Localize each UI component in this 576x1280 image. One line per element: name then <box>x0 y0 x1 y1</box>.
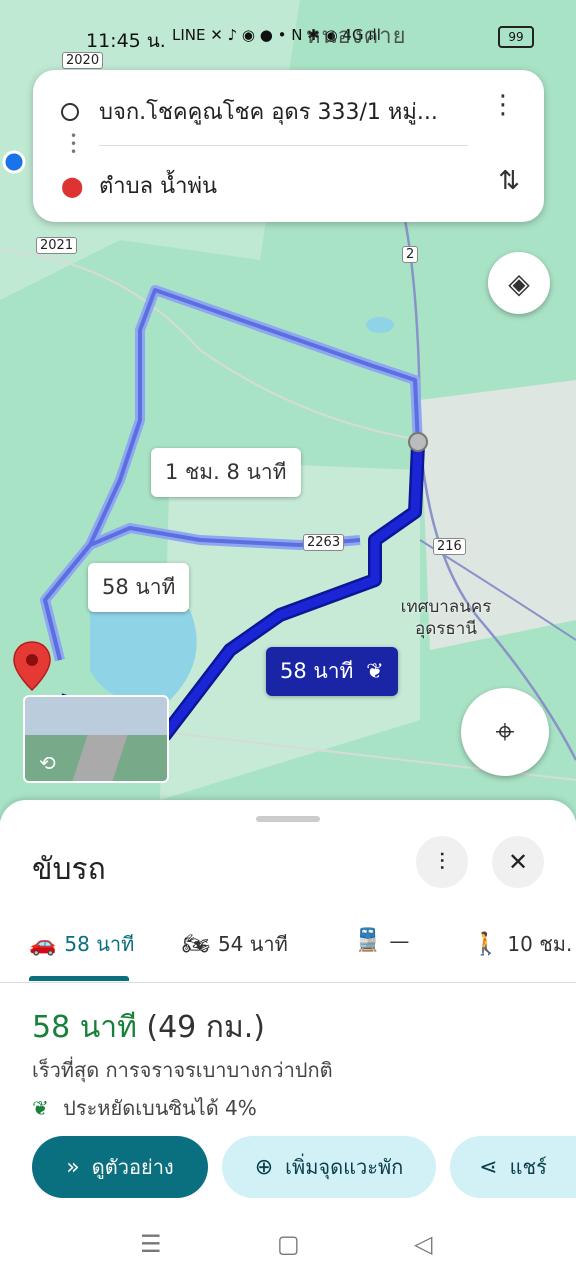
connector-dots-icon: • • • <box>70 129 78 159</box>
destination-pin-small-icon: ⬤ <box>61 173 84 198</box>
origin-circle-icon <box>61 102 79 121</box>
tab-transit[interactable]: 🚆 — <box>354 928 409 953</box>
eco-leaf-icon: ❦ <box>366 659 384 683</box>
preview-button-label: ดูตัวอย่าง <box>91 1155 174 1179</box>
status-bar: 11:45 น. LINE ✕ ♪ ◉ ● • N ✱ ◉ 4G ıll หนอ… <box>0 18 576 58</box>
road-sign-2: 2 <box>402 246 419 263</box>
drag-handle[interactable] <box>256 816 320 822</box>
home-icon[interactable]: ▢ <box>277 1230 300 1258</box>
tab-motorcycle[interactable]: 🏍 54 นาที <box>182 928 288 960</box>
swap-directions-icon[interactable]: ⇅ <box>498 166 520 196</box>
street-view-thumbnail[interactable]: ⟲ <box>23 695 169 783</box>
bottom-sheet: ขับรถ ⫶ ✕ 🚗 58 นาที 🏍 54 นาที 🚆 — 🚶 10 ช… <box>0 800 576 1280</box>
destination-text: ตำบล น้ำพ่น <box>99 174 218 199</box>
directions-search-card: บจก.โชคคูณโชค อุดร 333/1 หมู่... • • • ⬤ ต… <box>33 70 544 222</box>
eco-savings: ❦ ประหยัดเบนซินได้ 4% <box>32 1092 257 1124</box>
destination-field[interactable]: ⬤ ตำบล น้ำพ่น <box>61 168 217 203</box>
field-divider <box>99 145 468 146</box>
tab-transit-label: — <box>389 928 410 953</box>
double-chevron-right-icon: » <box>66 1154 80 1180</box>
route-options-button[interactable]: ⫶ <box>416 836 468 888</box>
share-button[interactable]: ⋖ แชร์ <box>450 1136 576 1198</box>
road-sign-216: 216 <box>433 538 466 555</box>
eco-savings-text: ประหยัดเบนซินได้ 4% <box>63 1096 257 1120</box>
menu-icon[interactable]: ☰ <box>140 1230 162 1258</box>
leaf-icon: ❦ <box>32 1096 49 1120</box>
car-icon: 🚗 <box>29 931 57 957</box>
route-time-label-main-text: 58 นาที <box>280 659 354 683</box>
city-label-line1: เทศบาลนคร <box>400 597 492 617</box>
active-tab-indicator <box>29 976 129 981</box>
walk-icon: 🚶 <box>472 931 500 957</box>
route-summary: 58 นาที (49 กม.) <box>32 1004 265 1051</box>
more-options-icon[interactable]: ⋮ <box>490 90 516 120</box>
tab-drive[interactable]: 🚗 58 นาที <box>29 928 134 960</box>
origin-field[interactable]: บจก.โชคคูณโชค อุดร 333/1 หมู่... <box>61 94 438 129</box>
tab-drive-label: 58 นาที <box>64 932 135 956</box>
tab-motorcycle-label: 54 นาที <box>217 932 288 956</box>
add-location-icon: ⊕ <box>254 1154 274 1180</box>
road-sign-2021: 2021 <box>36 237 78 254</box>
origin-text: บจก.โชคคูณโชค อุดร 333/1 หมู่... <box>99 100 438 125</box>
close-icon: ✕ <box>507 848 529 876</box>
route-time-label-alt2[interactable]: 58 นาที <box>88 563 190 612</box>
add-stop-button-label: เพิ่มจุดแวะพัก <box>285 1155 404 1179</box>
road-sign-2263: 2263 <box>303 534 345 551</box>
transit-icon: 🚆 <box>354 928 382 953</box>
current-location-dot <box>2 150 26 174</box>
route-time-label-main[interactable]: 58 นาที ❦ <box>266 647 398 696</box>
route-time-label-alt1[interactable]: 1 ชม. 8 นาที <box>151 448 301 497</box>
street-view-road <box>72 735 128 781</box>
back-icon[interactable]: ◁ <box>414 1230 432 1258</box>
crosshair-icon: ⌖ <box>495 712 515 752</box>
share-button-label: แชร์ <box>509 1155 547 1179</box>
city-label-line2: อุดรธานี <box>415 619 477 639</box>
battery-icon: 99 <box>498 26 534 48</box>
tab-walk-label: 10 ชม. <box>507 932 573 956</box>
layers-icon: ◈ <box>508 266 530 300</box>
route-subtext: เร็วที่สุด การจราจรเบาบางกว่าปกติ <box>32 1058 333 1082</box>
destination-pin-icon[interactable] <box>12 640 52 692</box>
action-buttons: » ดูตัวอย่าง ⊕ เพิ่มจุดแวะพัก ⋖ แชร์ <box>0 1136 576 1200</box>
waypoint-dot <box>408 432 428 452</box>
status-time: 11:45 น. <box>86 30 166 52</box>
city-label: เทศบาลนคร อุดรธานี <box>394 596 498 640</box>
status-place-overlay: หนองคาย <box>306 24 407 49</box>
summary-time: 58 นาที <box>32 1010 137 1045</box>
share-icon: ⋖ <box>479 1154 498 1180</box>
preview-button[interactable]: » ดูตัวอย่าง <box>32 1136 208 1198</box>
layers-button[interactable]: ◈ <box>488 252 550 314</box>
sheet-title: ขับรถ <box>32 852 106 887</box>
motorcycle-icon: 🏍 <box>182 931 210 957</box>
rotate-360-icon: ⟲ <box>39 751 56 775</box>
summary-distance: (49 กม.) <box>146 1010 265 1045</box>
add-stop-button[interactable]: ⊕ เพิ่มจุดแวะพัก <box>222 1136 436 1198</box>
close-button[interactable]: ✕ <box>492 836 544 888</box>
sliders-icon: ⫶ <box>439 848 445 876</box>
system-nav-bar: ☰ ▢ ◁ <box>0 1216 576 1280</box>
recenter-button[interactable]: ⌖ <box>461 688 549 776</box>
tab-walk[interactable]: 🚶 10 ชม. <box>472 928 572 960</box>
travel-mode-tabs: 🚗 58 นาที 🏍 54 นาที 🚆 — 🚶 10 ชม. <box>0 918 576 983</box>
